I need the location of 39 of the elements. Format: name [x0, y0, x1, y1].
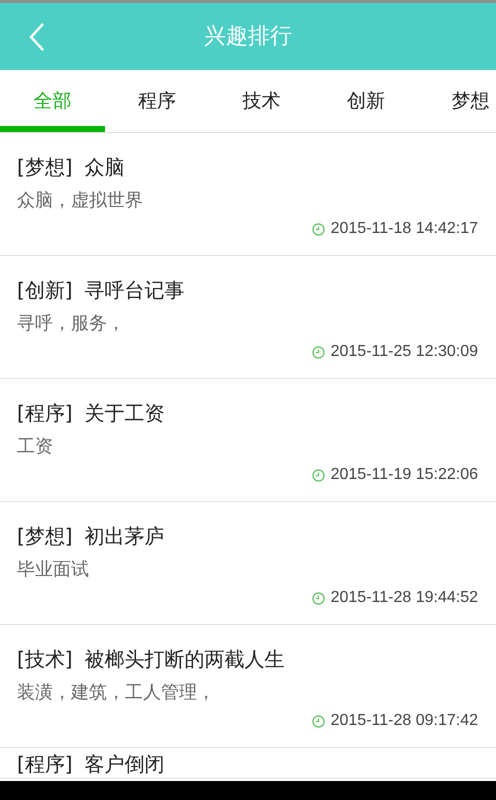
category-tab[interactable]: 技术 — [209, 70, 314, 132]
category-label: [梦想] — [17, 154, 73, 181]
article-tags: 装潢，建筑，工人管理， — [17, 681, 478, 705]
article-title: 初出茅庐 — [84, 523, 165, 550]
clock-icon — [312, 714, 325, 728]
article-tags: 众脑，虚拟世界 — [17, 189, 478, 213]
article-time: 2015-11-19 15:22:06 — [330, 465, 478, 485]
article-time: 2015-11-25 12:30:09 — [330, 342, 478, 362]
clock-icon — [312, 468, 325, 482]
article-title: 客户倒闭 — [84, 751, 165, 778]
article-title: 寻呼台记事 — [84, 277, 185, 304]
article-item[interactable]: [梦想] 初出茅庐 毕业面试 2015-11-28 19:44:52 — [0, 502, 496, 625]
article-item[interactable]: [程序] 关于工资 工资 2015-11-19 15:22:06 — [0, 379, 496, 502]
category-label: [程序] — [17, 400, 73, 427]
article-tags: 毕业面试 — [17, 558, 478, 582]
article-title: 关于工资 — [84, 400, 165, 427]
category-label: [程序] — [17, 751, 73, 778]
category-label: [创新] — [17, 277, 73, 304]
article-item[interactable]: [程序] 客户倒闭 — [0, 748, 496, 779]
article-title: 众脑 — [84, 154, 125, 181]
article-tags: 工资 — [17, 435, 478, 459]
back-icon — [28, 22, 46, 52]
clock-icon — [312, 346, 325, 358]
clock-icon — [312, 592, 325, 604]
category-tab[interactable]: 程序 — [104, 70, 209, 132]
article-tags: 寻呼，服务， — [17, 312, 478, 336]
page-title: 兴趣排行 — [204, 23, 292, 51]
article-time: 2015-11-18 14:42:17 — [330, 219, 478, 239]
article-item[interactable]: [技术] 被榔头打断的两截人生 装潢，建筑，工人管理， 2015-11-28 09:17:42 — [0, 625, 496, 748]
clock-icon — [312, 222, 325, 236]
article-item[interactable]: [梦想] 众脑 众脑，虚拟世界 2015-11-18 14:42:17 — [0, 133, 496, 256]
article-time: 2015-11-28 19:44:52 — [330, 588, 478, 608]
category-tab[interactable]: 创新 — [314, 70, 418, 132]
category-tab[interactable]: 梦想 — [418, 70, 496, 132]
category-label: [技术] — [17, 646, 73, 673]
article-title: 被榔头打断的两截人生 — [84, 646, 285, 673]
category-label: [梦想] — [17, 523, 73, 550]
article-item[interactable]: [创新] 寻呼台记事 寻呼，服务， 2015-11-25 12:30:09 — [0, 256, 496, 379]
article-time: 2015-11-28 09:17:42 — [330, 711, 478, 731]
